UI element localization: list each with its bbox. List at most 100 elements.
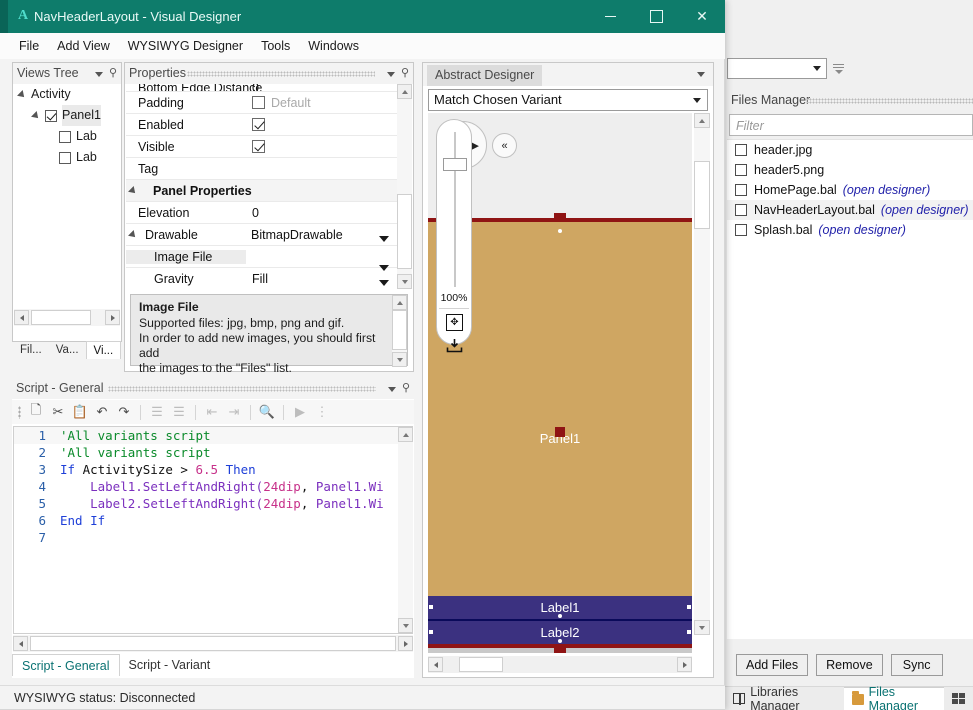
- zoom-slider-thumb[interactable]: [443, 158, 467, 171]
- add-files-button[interactable]: Add Files: [736, 654, 808, 676]
- code-line[interactable]: 2'All variants script: [14, 444, 412, 461]
- property-row-tag[interactable]: Tag: [126, 158, 397, 180]
- files-list[interactable]: header.jpgheader5.pngHomePage.bal(open d…: [727, 139, 973, 639]
- property-checkbox[interactable]: [252, 96, 265, 109]
- menu-item-file[interactable]: File: [10, 33, 48, 59]
- scroll-up-button[interactable]: [397, 84, 412, 99]
- editor-hscroll-thumb[interactable]: [30, 636, 396, 651]
- label2-view[interactable]: Label2: [428, 621, 692, 644]
- property-row-image-file[interactable]: Image File: [126, 246, 397, 268]
- overflow-icon[interactable]: ⋮: [312, 402, 332, 422]
- expander-icon[interactable]: [31, 111, 41, 121]
- code-line[interactable]: 3If ActivitySize > 6.5 Then: [14, 461, 412, 478]
- tree-node-activity[interactable]: Activity: [13, 84, 121, 105]
- chevron-down-icon[interactable]: [388, 387, 396, 392]
- sync-button[interactable]: Sync: [891, 654, 943, 676]
- maximize-button[interactable]: [633, 0, 679, 33]
- file-checkbox[interactable]: [735, 144, 747, 156]
- help-vscroll-thumb[interactable]: [392, 310, 407, 350]
- scroll-right-button[interactable]: [105, 310, 120, 325]
- redo-icon[interactable]: ↷: [114, 402, 134, 422]
- code-line[interactable]: 5 Label2.SetLeftAndRight(24dip, Panel1.W…: [14, 495, 412, 512]
- files-filter-input[interactable]: Filter: [729, 114, 973, 136]
- designer-scroll-up-button[interactable]: [694, 113, 710, 128]
- code-line[interactable]: 7: [14, 529, 412, 546]
- views-pane-tab-0[interactable]: Fil...: [13, 341, 49, 359]
- file-note[interactable]: (open designer): [881, 200, 969, 220]
- module-combo[interactable]: [727, 58, 827, 79]
- file-row[interactable]: HomePage.bal(open designer): [727, 180, 973, 200]
- row-expander-icon[interactable]: [128, 230, 138, 240]
- designer-vscrollbar[interactable]: [694, 113, 710, 635]
- tree-checkbox[interactable]: [59, 152, 71, 164]
- pin-icon[interactable]: ⚲: [402, 383, 410, 394]
- property-checkbox[interactable]: [252, 140, 265, 153]
- properties-grid[interactable]: Bottom Edge Distance0PaddingDefaultEnabl…: [126, 84, 397, 289]
- views-pane-tab-1[interactable]: Va...: [49, 341, 86, 359]
- designer-hscroll-thumb[interactable]: [459, 657, 503, 672]
- designer-scroll-right-button[interactable]: [677, 657, 692, 672]
- designer-vscroll-thumb[interactable]: [694, 161, 710, 229]
- zoom-control[interactable]: 100% ✥: [436, 119, 472, 345]
- chevron-down-icon[interactable]: [697, 72, 705, 77]
- file-note[interactable]: (open designer): [818, 220, 906, 240]
- help-scroll-down-button[interactable]: [392, 352, 407, 367]
- close-button[interactable]: ✕: [679, 0, 725, 33]
- script-tabs[interactable]: Script - GeneralScript - Variant: [12, 654, 219, 676]
- copy-icon[interactable]: 🗋: [26, 402, 46, 422]
- property-row-padding[interactable]: PaddingDefault: [126, 92, 397, 114]
- designer-canvas[interactable]: ▲ ▼ ◀ ▶ « Panel1: [428, 113, 692, 653]
- code-line[interactable]: 4 Label1.SetLeftAndRight(24dip, Panel1.W…: [14, 478, 412, 495]
- paste-icon[interactable]: 📋: [70, 402, 90, 422]
- undo-icon[interactable]: ↶: [92, 402, 112, 422]
- tree-node-panel1[interactable]: Panel1: [13, 105, 121, 126]
- search-icon[interactable]: 🔍: [257, 402, 277, 422]
- tree-checkbox[interactable]: [45, 110, 57, 122]
- scroll-left-button[interactable]: [14, 310, 29, 325]
- scroll-down-button[interactable]: [397, 274, 412, 289]
- help-vscrollbar[interactable]: [392, 295, 407, 367]
- property-value[interactable]: 0: [246, 206, 397, 220]
- views-tree-hscrollbar[interactable]: [14, 309, 120, 326]
- label1-right-handle[interactable]: [687, 605, 691, 609]
- chevron-down-icon[interactable]: [379, 280, 389, 286]
- minimize-button[interactable]: [587, 0, 633, 33]
- script-tab-0[interactable]: Script - General: [12, 654, 120, 676]
- editor-scroll-down-button[interactable]: [398, 618, 413, 633]
- outdent-block-icon[interactable]: ☰: [169, 402, 189, 422]
- window-controls[interactable]: ✕: [587, 0, 725, 33]
- property-row-drawable[interactable]: DrawableBitmapDrawable: [126, 224, 397, 246]
- right-bottom-tabs[interactable]: Libraries Manager Files Manager: [725, 686, 973, 710]
- tree-node-lab[interactable]: Lab: [13, 126, 121, 147]
- pin-icon[interactable]: ⚲: [401, 68, 409, 79]
- file-row[interactable]: Splash.bal(open designer): [727, 220, 973, 240]
- pin-icon[interactable]: ⚲: [109, 68, 117, 79]
- expander-icon[interactable]: [17, 90, 27, 100]
- menu-item-wysiwyg-designer[interactable]: WYSIWYG Designer: [119, 33, 252, 59]
- file-checkbox[interactable]: [735, 164, 747, 176]
- code-line[interactable]: 1'All variants script: [14, 427, 412, 444]
- label2-left-handle[interactable]: [429, 630, 433, 634]
- property-value[interactable]: BitmapDrawable: [245, 228, 397, 242]
- run-icon[interactable]: ▶: [290, 402, 310, 422]
- file-row[interactable]: header5.png: [727, 160, 973, 180]
- file-row[interactable]: header.jpg: [727, 140, 973, 160]
- editor-vscrollbar[interactable]: [398, 427, 413, 633]
- fit-screen-icon[interactable]: ✥: [446, 314, 463, 331]
- tab-files-manager[interactable]: Files Manager: [844, 687, 944, 710]
- views-pane-tab-2[interactable]: Vi...: [86, 341, 122, 359]
- designer-scroll-left-button[interactable]: [428, 657, 443, 672]
- help-scroll-up-button[interactable]: [392, 295, 407, 310]
- editor-hscrollbar[interactable]: [13, 635, 413, 652]
- views-tree-tabs[interactable]: Fil...Va...Vi...: [13, 341, 121, 359]
- property-row-gravity[interactable]: GravityFill: [126, 268, 397, 289]
- variant-select[interactable]: Match Chosen Variant: [428, 89, 708, 111]
- code-editor[interactable]: 1'All variants script2'All variants scri…: [13, 426, 413, 634]
- property-row-bottom-edge-distance[interactable]: Bottom Edge Distance0: [126, 84, 397, 92]
- menu-bar[interactable]: FileAdd ViewWYSIWYG DesignerToolsWindows: [0, 33, 725, 59]
- editor-scroll-up-button[interactable]: [398, 427, 413, 442]
- zoom-slider-track[interactable]: [454, 132, 456, 287]
- code-line[interactable]: 6End If: [14, 512, 412, 529]
- menu-item-tools[interactable]: Tools: [252, 33, 299, 59]
- editor-scroll-left-button[interactable]: [13, 636, 28, 651]
